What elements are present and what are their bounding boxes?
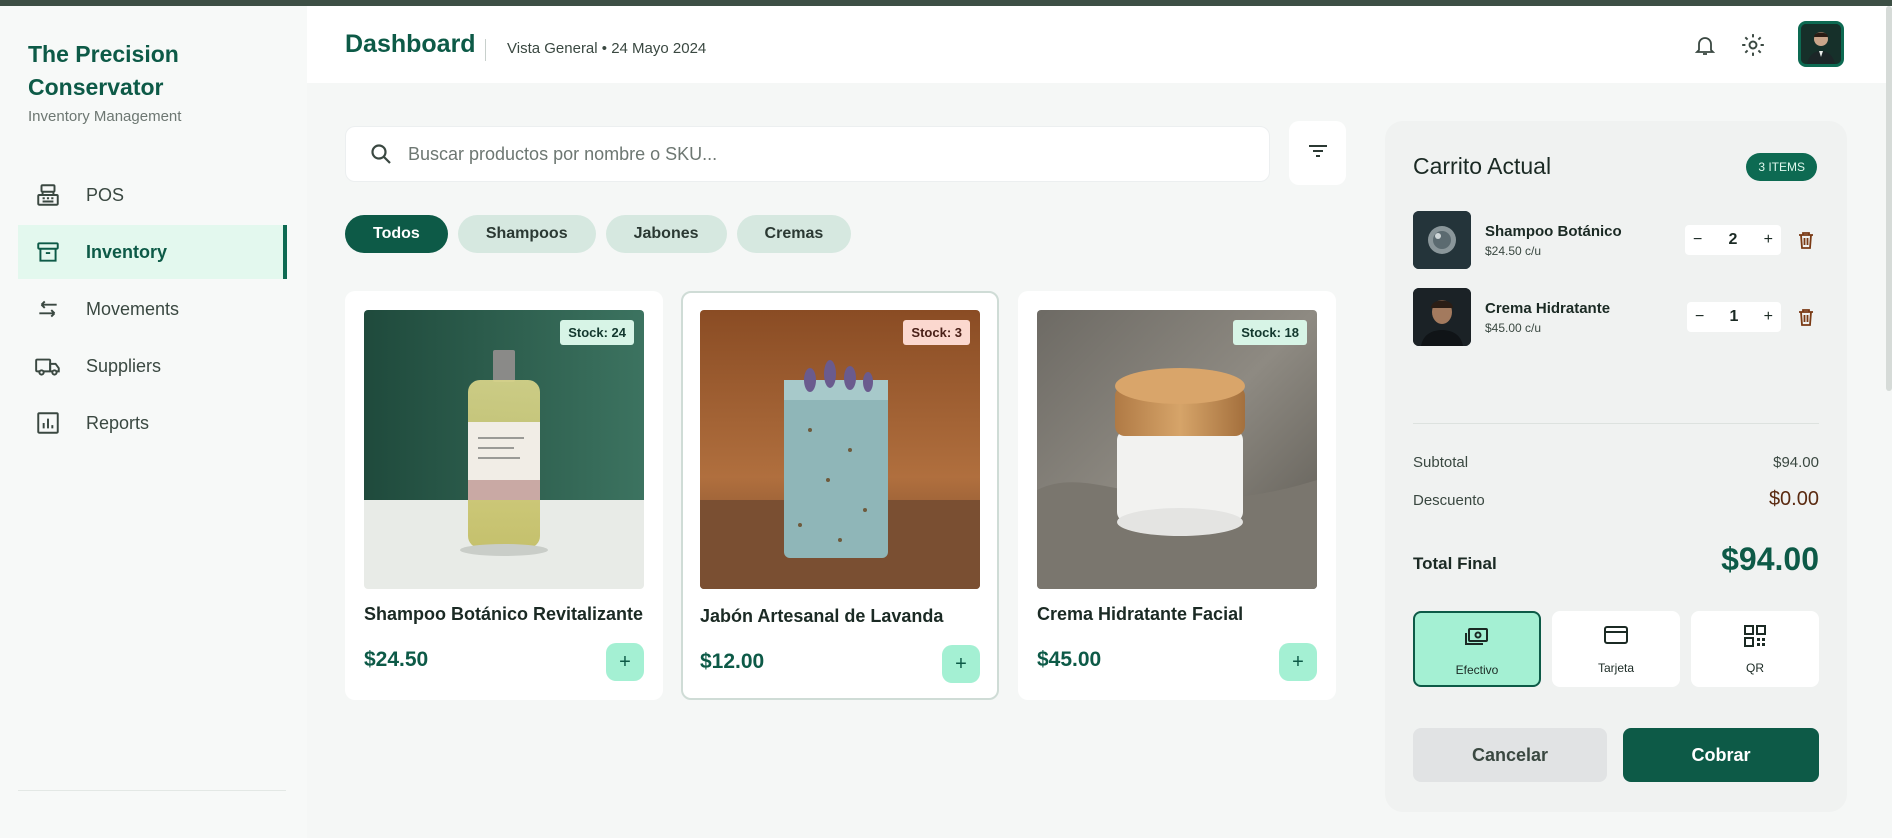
- cart-panel: Carrito Actual 3 ITEMS Shampoo Botánico …: [1385, 121, 1847, 812]
- brand-title: The Precision Conservator: [28, 41, 179, 100]
- product-name: Jabón Artesanal de Lavanda: [700, 606, 944, 626]
- sidebar-nav: POS Inventory Movements Suppliers Report…: [18, 168, 287, 453]
- product-image-shampoo: Stock: 24: [364, 310, 644, 589]
- quantity-value: 1: [1729, 308, 1739, 325]
- product-card[interactable]: Stock: 3 Jabón Artesanal de Lavanda $12.…: [681, 291, 999, 700]
- gear-icon[interactable]: [1738, 30, 1768, 60]
- payment-label: Tarjeta: [1597, 661, 1635, 675]
- add-to-cart-button[interactable]: +: [606, 643, 644, 681]
- qr-code-icon: [1691, 625, 1819, 647]
- cart-item: Shampoo Botánico $24.50 c/u − 2 +: [1413, 211, 1819, 269]
- total-label: Total Final: [1413, 554, 1497, 573]
- sidebar: The Precision Conservator Inventory Mana…: [0, 6, 307, 838]
- sidebar-item-label: Suppliers: [86, 355, 162, 376]
- increase-button[interactable]: +: [1764, 231, 1773, 249]
- stock-badge: Stock: 18: [1233, 320, 1307, 345]
- bar-chart-icon: [34, 409, 62, 437]
- sidebar-item-pos[interactable]: POS: [18, 168, 287, 222]
- trash-icon[interactable]: [1795, 306, 1817, 328]
- cart-item-name: Shampoo Botánico: [1485, 223, 1622, 240]
- cart-item-name: Crema Hidratante: [1485, 300, 1611, 317]
- cart-item-unit-price: $45.00 c/u: [1485, 321, 1542, 335]
- brand-subtitle: Inventory Management: [28, 108, 182, 125]
- stock-badge: Stock: 24: [560, 320, 634, 345]
- top-header: Dashboard Vista General • 24 Mayo 2024: [307, 6, 1892, 83]
- stock-badge: Stock: 3: [903, 320, 970, 345]
- add-to-cart-button[interactable]: +: [942, 645, 980, 683]
- sidebar-item-inventory[interactable]: Inventory: [18, 225, 287, 279]
- page-scrollbar[interactable]: [1886, 6, 1892, 391]
- quantity-stepper: − 2 +: [1685, 225, 1781, 255]
- search-icon: [366, 139, 396, 169]
- sidebar-item-label: POS: [86, 184, 125, 205]
- sidebar-item-movements[interactable]: Movements: [18, 282, 287, 336]
- filter-icon: [1306, 141, 1330, 166]
- page-subtitle: Vista General • 24 Mayo 2024: [507, 40, 707, 57]
- cart-item-unit-price: $24.50 c/u: [1485, 244, 1542, 258]
- sidebar-item-label: Movements: [86, 298, 180, 319]
- payment-card[interactable]: Tarjeta: [1552, 611, 1680, 687]
- payment-label: QR: [1746, 661, 1764, 675]
- header-divider: [485, 39, 486, 61]
- avatar[interactable]: [1798, 21, 1844, 67]
- add-to-cart-button[interactable]: +: [1279, 643, 1317, 681]
- cash-register-icon: [34, 181, 62, 209]
- search-input[interactable]: [408, 143, 1269, 165]
- decrease-button[interactable]: −: [1693, 231, 1702, 249]
- chip-jabones[interactable]: Jabones: [605, 215, 727, 253]
- trash-icon[interactable]: [1795, 229, 1817, 251]
- page-title: Dashboard: [345, 30, 476, 58]
- sidebar-item-reports[interactable]: Reports: [18, 396, 287, 450]
- filter-button[interactable]: [1289, 121, 1346, 185]
- product-image-soap: Stock: 3: [700, 310, 980, 589]
- subtotal-label: Subtotal: [1413, 454, 1469, 471]
- product-image-cream: Stock: 18: [1037, 310, 1317, 589]
- cancel-button[interactable]: Cancelar: [1413, 728, 1607, 782]
- swap-arrows-icon: [34, 295, 62, 323]
- subtotal-value: $94.00: [1773, 454, 1819, 471]
- archive-box-icon: [34, 238, 62, 266]
- cart-divider: [1413, 423, 1819, 424]
- bell-icon[interactable]: [1690, 30, 1720, 60]
- brand: The Precision Conservator Inventory Mana…: [28, 38, 288, 125]
- cart-item-thumbnail: [1413, 211, 1471, 269]
- total-value: $94.00: [1721, 541, 1819, 577]
- product-price: $12.00: [700, 650, 765, 673]
- product-price: $45.00: [1037, 648, 1102, 671]
- cart-title: Carrito Actual: [1413, 153, 1552, 179]
- increase-button[interactable]: +: [1764, 308, 1773, 326]
- discount-value: $0.00: [1768, 488, 1819, 510]
- product-price: $24.50: [364, 648, 429, 671]
- chip-todos[interactable]: Todos: [345, 215, 448, 253]
- product-card[interactable]: Stock: 18 Crema Hidratante Facial $45.00…: [1018, 291, 1336, 700]
- product-name: Crema Hidratante Facial: [1037, 604, 1244, 624]
- truck-icon: [34, 352, 62, 380]
- sidebar-item-label: Inventory: [86, 241, 168, 262]
- product-card[interactable]: Stock: 24 Shampoo Botánico Revitalizante…: [345, 291, 663, 700]
- payment-cash[interactable]: Efectivo: [1413, 611, 1541, 687]
- checkout-button[interactable]: Cobrar: [1623, 728, 1819, 782]
- category-filters: Todos Shampoos Jabones Cremas: [345, 215, 852, 253]
- cart-item-thumbnail: [1413, 288, 1471, 346]
- cart-item: Crema Hidratante $45.00 c/u − 1 +: [1413, 288, 1819, 346]
- payment-label: Efectivo: [1455, 663, 1499, 677]
- discount-label: Descuento: [1413, 492, 1485, 509]
- cart-count-badge: 3 ITEMS: [1746, 153, 1817, 181]
- quantity-value: 2: [1728, 231, 1738, 248]
- decrease-button[interactable]: −: [1695, 308, 1704, 326]
- sidebar-item-label: Reports: [86, 412, 150, 433]
- product-name: Shampoo Botánico Revitalizante: [364, 604, 644, 624]
- chip-cremas[interactable]: Cremas: [736, 215, 852, 253]
- cash-icon: [1415, 627, 1539, 647]
- sidebar-divider: [18, 790, 286, 791]
- chip-shampoos[interactable]: Shampoos: [457, 215, 596, 253]
- quantity-stepper: − 1 +: [1687, 302, 1781, 332]
- sidebar-item-suppliers[interactable]: Suppliers: [18, 339, 287, 393]
- credit-card-icon: [1552, 625, 1680, 645]
- payment-qr[interactable]: QR: [1691, 611, 1819, 687]
- search-bar: [345, 126, 1270, 182]
